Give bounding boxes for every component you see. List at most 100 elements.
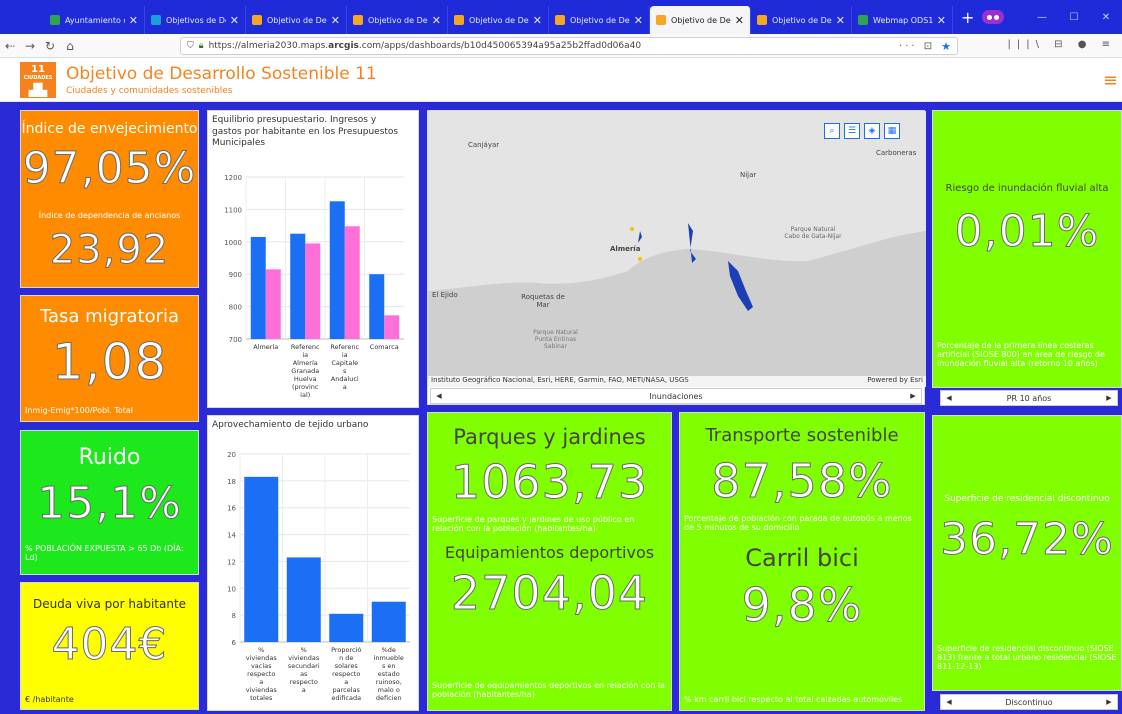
browser-tab[interactable]: Objetivo de Des ✕ xyxy=(246,6,347,34)
indicator-title: Deuda viva por habitante xyxy=(32,597,187,611)
prev-arrow-icon[interactable]: ◀ xyxy=(941,394,957,402)
x-tick-label: Proporció xyxy=(331,646,361,654)
inundacion-selector[interactable]: ◀ PR 10 años ▶ xyxy=(940,390,1118,406)
x-tick-label: malo o xyxy=(378,686,400,694)
minimize-button[interactable]: — xyxy=(1026,12,1058,23)
url-text: https://almeria2030.maps.arcgis.com/apps… xyxy=(208,41,642,51)
prev-arrow-icon[interactable]: ◀ xyxy=(941,698,957,706)
indicator-title: Superficie de residencial discontinuo xyxy=(944,494,1110,504)
back-icon[interactable]: ⇠ xyxy=(0,39,20,53)
tab-favicon-icon xyxy=(353,15,363,25)
map-canvas[interactable]: ⌕ ☰ ◈ ▦ Canjáyar Níjar Carboneras Almerí… xyxy=(428,111,926,376)
basemap-icon[interactable]: ▦ xyxy=(884,123,900,139)
tab-label: Objetivo de Des xyxy=(570,15,630,25)
next-arrow-icon[interactable]: ▶ xyxy=(1101,394,1117,402)
residencial-selector[interactable]: ◀ Discontinuo ▶ xyxy=(940,694,1118,710)
indicator-note: € /habitante xyxy=(25,695,74,704)
selector-label: PR 10 años xyxy=(1006,393,1052,403)
map-label: Roquetas de Mar xyxy=(521,293,565,309)
x-tick-label: respecto xyxy=(290,678,318,686)
indicator-migratoria: Tasa migratoria 1,08 Inmig-Emig*100/Pobl… xyxy=(20,295,199,422)
indicator-note: % POBLACIÓN EXPUESTA > 65 Db (DÍA: Ld) xyxy=(25,544,184,562)
tab-favicon-icon xyxy=(555,15,565,25)
x-tick-label: totales xyxy=(250,694,273,702)
indicator-value: 15,1% xyxy=(37,478,182,529)
reload-icon[interactable]: ↻ xyxy=(40,39,60,53)
tab-close-icon[interactable]: ✕ xyxy=(634,14,643,27)
browser-tab[interactable]: Objetivo de Des ✕ xyxy=(549,6,650,34)
indicator-transporte-carril: Transporte sostenible 87,58% Porcentaje … xyxy=(679,412,925,711)
browser-tab[interactable]: Objetivo de Des ✕ xyxy=(347,6,448,34)
bar xyxy=(286,557,321,642)
new-tab-button[interactable]: + xyxy=(961,8,974,27)
tab-close-icon[interactable]: ✕ xyxy=(331,14,340,27)
menu-icon[interactable]: ≡ xyxy=(1103,70,1118,91)
indicator-value: 2704,04 xyxy=(450,566,649,620)
x-tick-label: Almería xyxy=(293,359,318,367)
forward-icon[interactable]: → xyxy=(20,39,40,53)
browser-tab[interactable]: Objetivo de Des ✕ xyxy=(448,6,549,34)
browser-tab[interactable]: Webmap ODS1 ✕ xyxy=(852,6,953,34)
tab-close-icon[interactable]: ✕ xyxy=(836,14,845,27)
search-icon[interactable]: ⌕ xyxy=(824,123,840,139)
page-subtitle: Ciudades y comunidades sostenibles xyxy=(66,86,233,96)
home-icon[interactable]: ⌂ xyxy=(60,39,80,53)
y-tick-label: 1000 xyxy=(224,239,242,247)
browser-tab[interactable]: Objetivo de Des ✕ xyxy=(751,6,852,34)
indicator-note: Superficie de parques y jardines de uso … xyxy=(432,515,635,533)
toolbar-right-icons[interactable]: |||\ ⊟ ● ≡ xyxy=(1008,39,1117,50)
browser-tab[interactable]: Ayuntamiento d ✕ xyxy=(44,6,145,34)
tab-close-icon[interactable]: ✕ xyxy=(432,14,441,27)
indicator-title: Parques y jardines xyxy=(453,425,646,449)
map-panel: ⌕ ☰ ◈ ▦ Canjáyar Níjar Carboneras Almerí… xyxy=(427,110,926,405)
url-bar[interactable]: ⛉ 🔒︎ https://almeria2030.maps.arcgis.com… xyxy=(180,37,958,55)
bookmark-star-icon[interactable]: ★ xyxy=(941,40,957,53)
maximize-button[interactable]: ☐ xyxy=(1058,12,1090,23)
x-tick-label: viviendas xyxy=(246,686,278,694)
tab-close-icon[interactable]: ✕ xyxy=(937,14,946,27)
indicator-title: Índice de envejecimiento xyxy=(21,121,198,137)
map-label: Carboneras xyxy=(876,149,917,157)
indicator-note: Inmig-Emig*100/Pobl. Total xyxy=(25,406,134,415)
prev-arrow-icon[interactable]: ◀ xyxy=(431,392,447,400)
browser-tab[interactable]: Objetivo de Des ✕ xyxy=(650,6,751,34)
next-arrow-icon[interactable]: ▶ xyxy=(905,392,921,400)
indicator-title: Riesgo de inundación fluvial alta xyxy=(945,183,1109,194)
x-tick-label: ia xyxy=(342,351,348,359)
map-toolbar: ⌕ ☰ ◈ ▦ xyxy=(824,123,900,139)
indicator-note: Porcentaje de población con parada de au… xyxy=(684,514,912,532)
powered-by-esri[interactable]: Powered by Esri xyxy=(867,376,926,387)
bar xyxy=(344,226,360,339)
page-actions-icon[interactable]: ··· ⊡ xyxy=(899,41,941,52)
legend-icon[interactable]: ☰ xyxy=(844,123,860,139)
tab-close-icon[interactable]: ✕ xyxy=(735,14,744,27)
tab-label: Objetivo de Des xyxy=(671,15,731,25)
y-tick-label: 700 xyxy=(229,336,242,344)
map-layer-selector[interactable]: ◀ Inundaciones ▶ xyxy=(430,388,922,404)
x-tick-label: solares xyxy=(335,662,359,670)
x-tick-label: viviendas xyxy=(288,654,320,662)
dashboard-header: 11 CIUDADES ▟▙ Objetivo de Desarrollo So… xyxy=(0,58,1122,102)
layers-icon[interactable]: ◈ xyxy=(864,123,880,139)
browser-tab[interactable]: Objetivos de De ✕ xyxy=(145,6,246,34)
x-tick-label: % xyxy=(258,646,264,654)
next-arrow-icon[interactable]: ▶ xyxy=(1101,698,1117,706)
x-tick-label: Capitale xyxy=(331,359,358,367)
x-tick-label: secundari xyxy=(288,662,320,670)
close-window-button[interactable]: ✕ xyxy=(1090,12,1122,23)
x-tick-label: n de xyxy=(339,654,353,662)
x-tick-label: edificada xyxy=(331,694,361,702)
x-tick-label: parcelas xyxy=(333,686,361,694)
bar xyxy=(384,315,400,339)
tab-favicon-icon xyxy=(858,15,868,25)
tab-close-icon[interactable]: ✕ xyxy=(129,14,138,27)
map-label: Parque Natural Punta Entinas Sabinar xyxy=(533,329,578,350)
x-tick-label: respecto xyxy=(247,670,275,678)
indicator-ruido: Ruido 15,1% % POBLACIÓN EXPUESTA > 65 Db… xyxy=(20,430,199,575)
tab-close-icon[interactable]: ✕ xyxy=(533,14,542,27)
tab-close-icon[interactable]: ✕ xyxy=(230,14,239,27)
buildings-icon: ▟▙ xyxy=(28,82,48,97)
indicator-envejecimiento: Índice de envejecimiento 97,05% Índice d… xyxy=(20,110,199,288)
x-tick-label: deficien xyxy=(376,694,402,702)
x-tick-label: %de xyxy=(382,646,396,654)
